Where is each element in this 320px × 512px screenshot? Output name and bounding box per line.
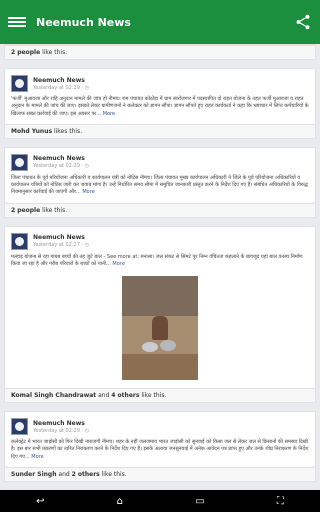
page-name[interactable]: Neemuch News (33, 420, 89, 427)
post-header: Neemuch News Yesterday at 02:29 · ◷ (5, 148, 315, 175)
likes-suffix: like this. (99, 470, 127, 478)
post-body: कलेक्ट्रेट में भारत जाड़ोसी को फिर दिखी … (11, 439, 309, 460)
post-time: Yesterday at 02:29 · ◷ (33, 163, 90, 170)
post-header: Neemuch News Yesterday at 02:29 · ◷ (5, 412, 315, 439)
system-nav-bar: ↩ ⌂ ▭ ⛶ (0, 490, 320, 512)
likes-count: 2 people (11, 49, 41, 56)
recents-icon[interactable]: ▭ (195, 496, 204, 507)
likes-and: and (96, 392, 112, 399)
post-time: Yesterday at 02:29 · ◷ (33, 427, 90, 434)
post-body: 'फर्जी' मुआवजा और राहि अनुदान मामले की ज… (11, 96, 309, 117)
liker-name[interactable]: Komal Singh Chandrawat (11, 392, 96, 399)
likes-summary[interactable]: Sunder Singh and 2 others like this. (5, 466, 315, 481)
more-link[interactable]: More (112, 261, 124, 267)
likes-summary[interactable]: Mohd Yunus likes this. (5, 123, 315, 138)
home-icon[interactable]: ⌂ (117, 496, 123, 507)
post-text: जिला पंचायत के पूर्व परियोजना अधिकारी व … (5, 175, 315, 203)
post-time: Yesterday at 02:29 · ◷ (33, 84, 90, 91)
share-icon[interactable] (294, 13, 312, 31)
post-photo[interactable] (122, 276, 198, 380)
post-text: 'फर्जी' मुआवजा और राहि अनुदान मामले की ज… (5, 96, 315, 124)
app-title: Neemuch News (36, 15, 131, 29)
post-card: Neemuch News Yesterday at 02:27 · ◷ मल्ह… (4, 225, 316, 403)
more-link[interactable]: More (82, 189, 94, 195)
page-avatar[interactable] (11, 232, 28, 250)
likes-suffix: likes this. (52, 127, 83, 135)
app-bar: Neemuch News (0, 0, 320, 44)
more-link[interactable]: More (31, 454, 43, 460)
post-body: मल्हाड़ योजना से रहा गायब बच्चों की तह ज… (11, 253, 303, 267)
news-feed[interactable]: 2 people like this. Neemuch News Yesterd… (0, 44, 320, 490)
post-card: Neemuch News Yesterday at 02:29 · ◷ जिला… (4, 146, 316, 218)
liker-name[interactable]: Mohd Yunus (11, 128, 52, 135)
likes-summary[interactable]: 2 people like this. (5, 45, 315, 59)
liker-name[interactable]: Sunder Singh (11, 471, 57, 478)
page-avatar[interactable] (11, 153, 28, 171)
likes-count: 2 people (11, 206, 41, 214)
screenshot-icon[interactable]: ⛶ (277, 496, 284, 507)
likes-card: 2 people like this. (4, 44, 316, 60)
likes-others[interactable]: 2 others (72, 471, 100, 478)
page-avatar[interactable] (11, 75, 28, 92)
likes-and: and (56, 470, 72, 478)
post-header: Neemuch News Yesterday at 02:29 · ◷ (5, 69, 315, 96)
page-name[interactable]: Neemuch News (33, 234, 89, 241)
post-text: मल्हाड़ योजना से रहा गायब बच्चों की तह ज… (5, 254, 315, 275)
likes-summary[interactable]: Komal Singh Chandrawat and 4 others like… (5, 388, 315, 402)
likes-summary[interactable]: 2 people like this. (5, 202, 315, 217)
menu-icon[interactable] (8, 13, 26, 31)
post-card: Neemuch News Yesterday at 02:29 · ◷ 'फर्… (4, 68, 316, 139)
page-name[interactable]: Neemuch News (33, 155, 89, 162)
post-body: जिला पंचायत के पूर्व परियोजना अधिकारी व … (11, 174, 308, 196)
likes-suffix: like this. (40, 49, 68, 56)
post-text: कलेक्ट्रेट में भारत जाड़ोसी को फिर दिखी … (5, 439, 315, 467)
post-card: Neemuch News Yesterday at 02:29 · ◷ कलेक… (4, 411, 316, 482)
back-icon[interactable]: ↩ (36, 496, 44, 507)
page-avatar[interactable] (11, 418, 28, 435)
post-header: Neemuch News Yesterday at 02:27 · ◷ (5, 227, 315, 254)
likes-suffix: like this. (40, 206, 68, 214)
post-time: Yesterday at 02:27 · ◷ (33, 242, 90, 248)
more-link[interactable]: More (103, 111, 115, 117)
likes-others[interactable]: 4 others (111, 392, 139, 399)
page-name[interactable]: Neemuch News (33, 77, 89, 84)
likes-suffix: like this. (139, 392, 167, 399)
